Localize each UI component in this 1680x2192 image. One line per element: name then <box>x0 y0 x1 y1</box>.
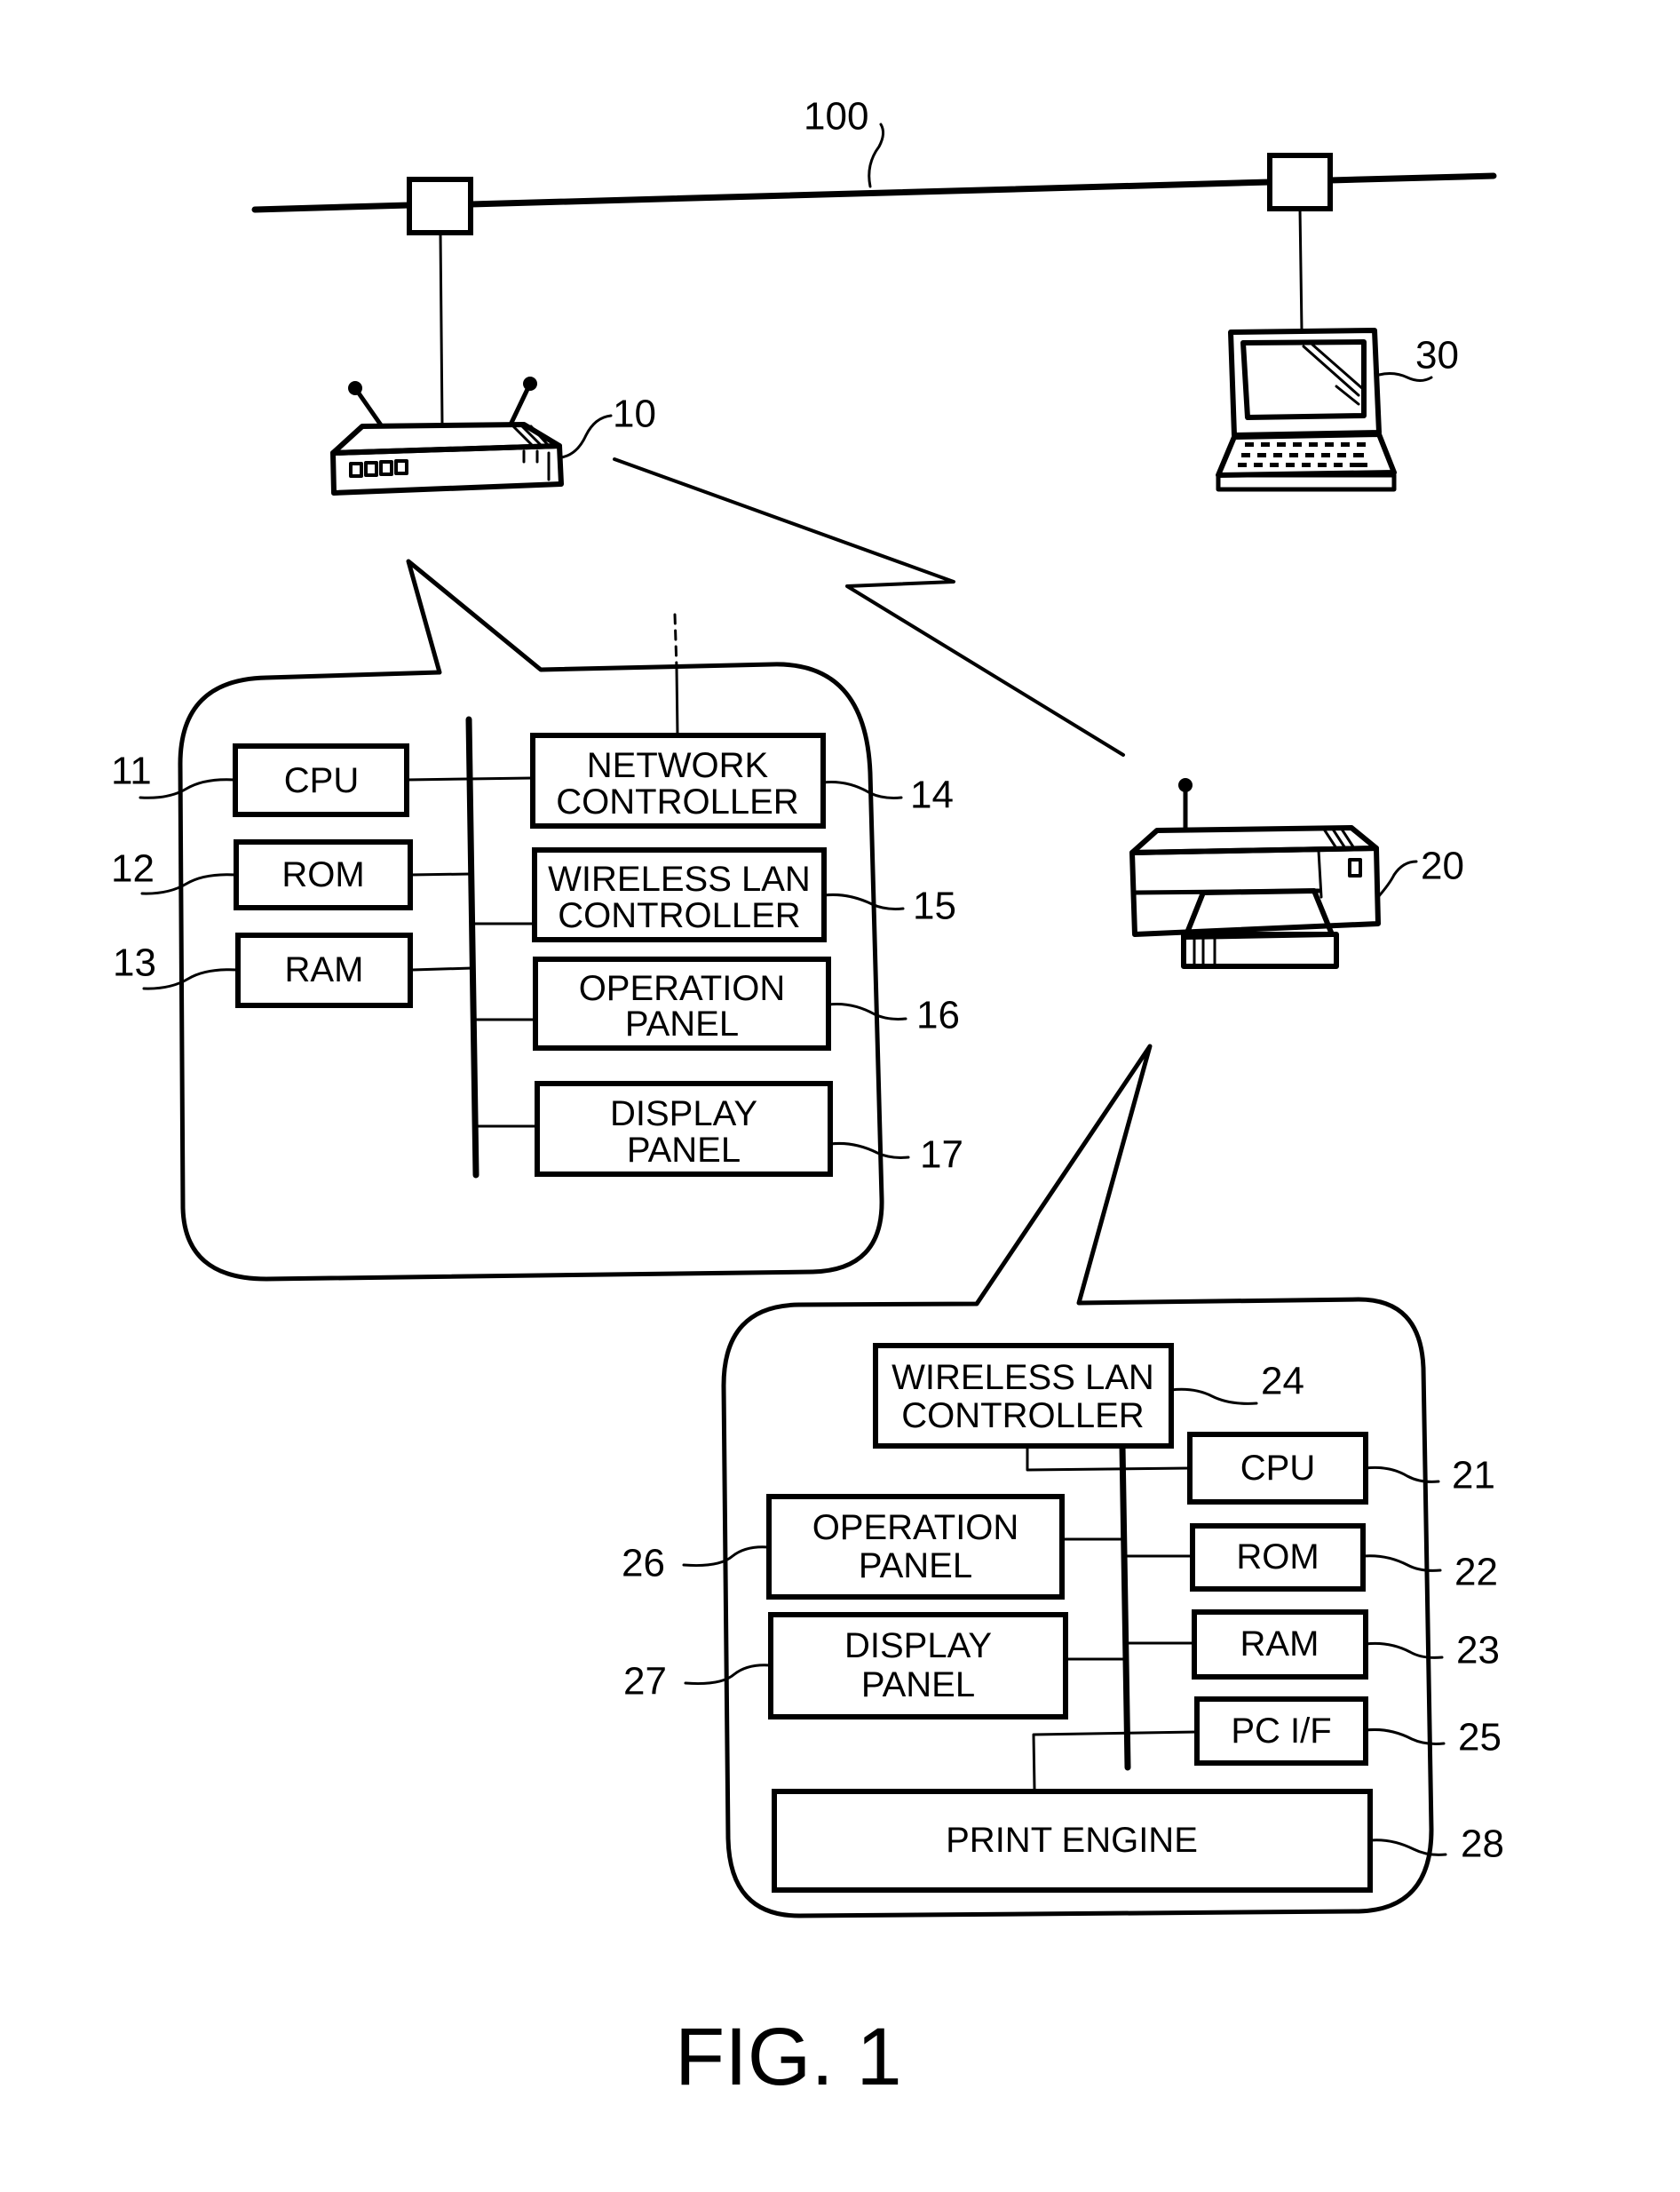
printer-wireless-lan-controller: WIRELESS LAN CONTROLLER <box>873 1343 1174 1449</box>
svg-text:ROM: ROM <box>1236 1537 1319 1576</box>
laptop-icon <box>1216 328 1397 492</box>
wireless-link-zigzag <box>613 457 1125 757</box>
ref-label-23: 23 <box>1456 1629 1500 1672</box>
svg-text:PANEL: PANEL <box>861 1665 975 1704</box>
svg-text:RAM: RAM <box>1240 1624 1319 1664</box>
router-operation-panel: OPERATION PANEL <box>533 957 831 1051</box>
ref-label-10: 10 <box>613 393 656 436</box>
ref-label-21: 21 <box>1452 1454 1495 1497</box>
ref-label-25: 25 <box>1458 1716 1502 1759</box>
router-block-diagram: CPU ROM RAM NETWORK CONTROLLER WIRELESS … <box>111 559 963 1282</box>
ref-label-30: 30 <box>1415 334 1459 377</box>
svg-text:PC I/F: PC I/F <box>1231 1712 1331 1751</box>
router-cpu: CPU <box>233 743 409 817</box>
printer-cpu: CPU <box>1187 1432 1368 1505</box>
laptop-network-cable <box>1298 207 1304 332</box>
router-wireless-lan-controller: WIRELESS LAN CONTROLLER <box>532 847 827 942</box>
svg-text:PANEL: PANEL <box>627 1131 741 1170</box>
router-ram: RAM <box>235 933 413 1008</box>
ref-leader-10 <box>559 414 613 459</box>
router-network-cable <box>439 231 444 426</box>
ref-label-15: 15 <box>913 885 956 928</box>
printer-bus <box>1119 1442 1131 1771</box>
svg-text:NETWORK: NETWORK <box>587 746 769 785</box>
svg-text:PANEL: PANEL <box>625 1005 739 1044</box>
ref-label-28: 28 <box>1461 1823 1504 1866</box>
svg-text:CONTROLLER: CONTROLLER <box>556 782 798 822</box>
printer-ram: RAM <box>1192 1609 1368 1680</box>
wireless-router-icon <box>330 377 564 496</box>
svg-text:DISPLAY: DISPLAY <box>610 1094 757 1133</box>
svg-text:WIRELESS LAN: WIRELESS LAN <box>548 860 811 899</box>
router-bus <box>465 716 479 1179</box>
svg-text:OPERATION: OPERATION <box>812 1508 1019 1547</box>
printer-display-panel: DISPLAY PANEL <box>768 1612 1068 1719</box>
network-line <box>251 153 1497 426</box>
printer-print-engine: PRINT ENGINE <box>772 1789 1373 1893</box>
figure-caption: FIG. 1 <box>675 2012 902 2102</box>
ref-label-20: 20 <box>1421 845 1464 888</box>
router-display-panel: DISPLAY PANEL <box>535 1081 833 1177</box>
ref-label-27: 27 <box>623 1660 667 1704</box>
svg-text:CPU: CPU <box>284 761 359 800</box>
svg-text:OPERATION: OPERATION <box>579 969 786 1008</box>
ref-label-22: 22 <box>1454 1551 1498 1594</box>
ref-label-14: 14 <box>910 774 954 817</box>
svg-text:CPU: CPU <box>1240 1449 1315 1488</box>
svg-text:WIRELESS LAN: WIRELESS LAN <box>892 1358 1154 1397</box>
router-rom: ROM <box>234 839 413 910</box>
svg-text:DISPLAY: DISPLAY <box>844 1626 992 1665</box>
network-node-right <box>1267 153 1333 211</box>
network-link-dashed <box>673 613 678 670</box>
svg-text:RAM: RAM <box>285 950 364 989</box>
printer-rom: ROM <box>1190 1523 1366 1592</box>
printer-pc-interface: PC I/F <box>1194 1696 1368 1766</box>
ref-label-17: 17 <box>920 1133 963 1177</box>
svg-text:PRINT ENGINE: PRINT ENGINE <box>946 1821 1198 1860</box>
ref-label-26: 26 <box>622 1542 665 1585</box>
ref-label-16: 16 <box>916 994 960 1037</box>
svg-text:CONTROLLER: CONTROLLER <box>901 1396 1144 1435</box>
ref-label-11: 11 <box>111 750 152 793</box>
svg-text:ROM: ROM <box>281 855 364 894</box>
ref-label-100: 100 <box>804 95 868 139</box>
network-node-left <box>407 177 473 235</box>
svg-text:PANEL: PANEL <box>859 1546 972 1585</box>
printer-operation-panel: OPERATION PANEL <box>766 1494 1065 1600</box>
ref-label-12: 12 <box>111 847 155 891</box>
ref-label-24: 24 <box>1261 1360 1304 1403</box>
printer-icon <box>1129 778 1381 969</box>
ref-label-13: 13 <box>113 941 156 985</box>
router-network-controller: NETWORK CONTROLLER <box>530 733 826 829</box>
patent-figure: 100 10 30 20 CPU ROM RAM NETWORK CONTROL… <box>111 95 1504 2103</box>
ref-leader-100 <box>868 123 885 188</box>
svg-text:CONTROLLER: CONTROLLER <box>558 896 800 935</box>
ref-leader-20 <box>1376 860 1418 899</box>
